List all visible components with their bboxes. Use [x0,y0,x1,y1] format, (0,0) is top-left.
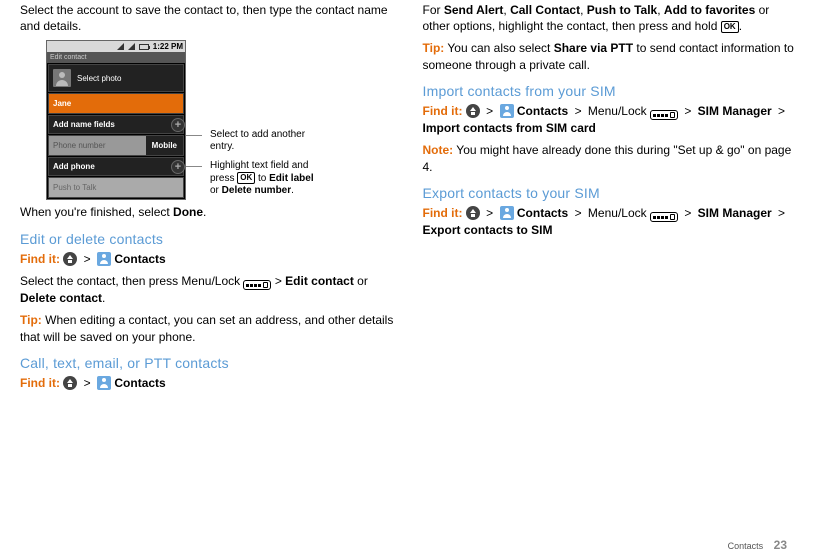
callouts: Select to add another entry. Highlight t… [194,40,324,197]
avatar-placeholder-icon [53,69,71,87]
left-column: Select the account to save the contact t… [20,2,395,554]
findit-label: Find it: [20,252,60,266]
home-icon [63,252,77,266]
export-findit: Find it: > Contacts > Menu/Lock > SIM Ma… [423,205,798,239]
select-photo-label: Select photo [77,74,121,83]
intro-text: Select the account to save the contact t… [20,2,395,34]
plus-icon[interactable]: + [171,118,185,132]
contacts-icon [500,206,514,220]
push-to-talk-label: Push to Talk [49,178,151,197]
phone-number-row[interactable]: Phone number Mobile [48,135,184,156]
add-phone-label: Add phone [53,162,95,171]
page-number: 23 [774,538,787,552]
page-footer: Contacts 23 [728,538,787,552]
menu-lock-key-icon [650,110,678,120]
right-column: For Send Alert, Call Contact, Push to Ta… [423,2,798,554]
name-input-row[interactable]: Jane [48,93,184,114]
callout-add-entry: Select to add another entry. [194,129,324,153]
phone-titlebar: Edit contact [47,52,185,63]
contacts-icon [97,376,111,390]
menu-lock-key-icon [650,212,678,222]
callout-edit-label: Highlight text field and press OK to Edi… [194,160,324,197]
export-heading: Export contacts to your SIM [423,185,798,201]
add-name-fields-label: Add name fields [53,120,115,129]
push-to-talk-row[interactable]: Push to Talk [48,177,184,198]
edit-delete-tip: Tip: When editing a contact, you can set… [20,312,395,344]
ctep-findit: Find it: > Contacts [20,375,395,391]
phone-type-label[interactable]: Mobile [146,136,183,155]
contacts-label: Contacts [114,376,165,390]
import-note: Note: You might have already done this d… [423,142,798,174]
contacts-icon [97,252,111,266]
footer-section: Contacts [728,541,764,551]
done-line: When you're finished, select Done. [20,204,395,220]
edit-delete-heading: Edit or delete contacts [20,231,395,247]
signal-icon-2 [128,43,135,50]
home-icon [466,206,480,220]
contacts-label: Contacts [114,252,165,266]
import-findit: Find it: > Contacts > Menu/Lock > SIM Ma… [423,103,798,137]
edit-delete-body: Select the contact, then press Menu/Lock… [20,273,395,307]
name-value: Jane [53,99,71,108]
ok-key-icon: OK [237,172,255,184]
findit-label: Find it: [423,104,463,118]
status-time: 1:22 PM [153,42,183,51]
phone-number-placeholder: Phone number [49,136,146,155]
add-phone-row[interactable]: Add phone + [48,157,184,176]
add-name-fields-row[interactable]: Add name fields + [48,115,184,134]
findit-label: Find it: [20,376,60,390]
contacts-icon [500,104,514,118]
select-photo-row[interactable]: Select photo [48,64,184,92]
home-icon [63,376,77,390]
findit-label: Find it: [423,206,463,220]
signal-icon [117,43,124,50]
home-icon [466,104,480,118]
phone-mockup-area: 1:22 PM Edit contact Select photo Jane A… [46,40,395,200]
menu-lock-key-icon [243,280,271,290]
plus-icon[interactable]: + [171,160,185,174]
status-bar: 1:22 PM [47,41,185,52]
import-heading: Import contacts from your SIM [423,83,798,99]
right-tip: Tip: You can also select Share via PTT t… [423,40,798,72]
ctep-heading: Call, text, email, or PTT contacts [20,355,395,371]
phone-mockup: 1:22 PM Edit contact Select photo Jane A… [46,40,186,200]
ok-key-icon: OK [721,21,739,33]
edit-delete-findit: Find it: > Contacts [20,251,395,267]
battery-icon [139,44,149,50]
right-para1: For Send Alert, Call Contact, Push to Ta… [423,2,798,34]
